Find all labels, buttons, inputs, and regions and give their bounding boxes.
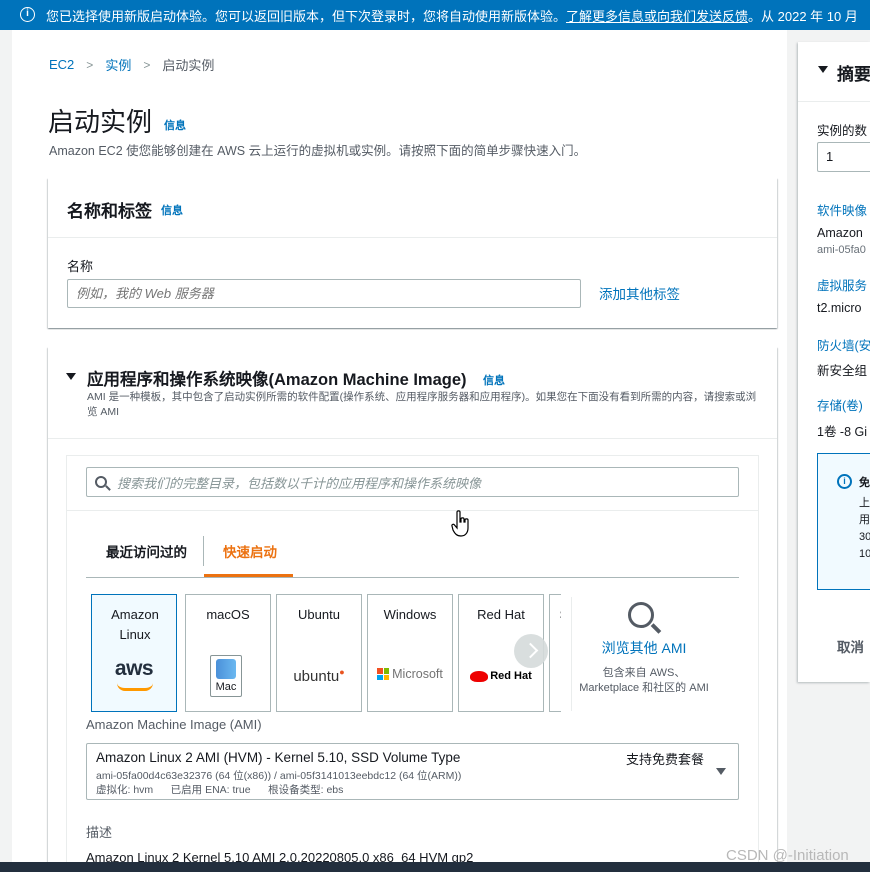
ami-ids: ami-05fa00d4c63e32376 (64 位(x86)) / ami-… <box>96 770 462 782</box>
free-tier-badge: 支持免费套餐 <box>626 752 705 767</box>
instances-label: 实例的数 <box>817 124 868 138</box>
summary-title: 摘要 <box>837 65 870 84</box>
ami-panel: 应用程序和操作系统映像(Amazon Machine Image) 信息 AMI… <box>48 347 777 872</box>
add-tags-link[interactable]: 添加其他标签 <box>599 283 680 303</box>
search-placeholder: 搜索我们的完整目录，包括数以千计的应用程序和操作系统映像 <box>117 475 482 491</box>
firewall-link[interactable]: 防火墙(安 <box>817 335 870 354</box>
ami-info-link[interactable]: 信息 <box>483 372 505 388</box>
tile-amazon-linux[interactable]: Amazon Linux aws <box>91 594 177 712</box>
name-label: 名称 <box>67 259 94 274</box>
tile-label: Amazon Linux <box>111 607 159 642</box>
software-image-id: ami-05fa0 <box>817 244 866 256</box>
tab-divider <box>203 536 204 566</box>
tile-label: Windows <box>383 607 437 622</box>
browse-ami-link[interactable]: 浏览其他 AMI <box>579 638 709 658</box>
tile-label: Red Hat <box>477 607 525 622</box>
caret-down-icon[interactable] <box>818 66 828 73</box>
server-type-value: t2.micro <box>817 301 862 315</box>
divider <box>571 597 572 711</box>
tile-macos[interactable]: macOS Mac <box>185 594 271 712</box>
description-label: 描述 <box>86 825 113 840</box>
storage-link[interactable]: 存储(卷) <box>817 395 863 414</box>
active-tab-indicator <box>204 574 293 577</box>
page-info-link[interactable]: 信息 <box>164 117 186 133</box>
breadcrumb: EC2 > 实例 > 启动实例 <box>49 55 214 74</box>
ami-panel-title[interactable]: 应用程序和操作系统映像(Amazon Machine Image) <box>87 366 467 390</box>
aws-smile-icon <box>117 683 153 691</box>
microsoft-logo-icon: Microsoft <box>368 667 452 681</box>
tile-ubuntu[interactable]: Ubuntu ubuntu● <box>276 594 362 712</box>
feedback-link[interactable]: 了解更多信息或向我们发送反馈 <box>566 9 748 24</box>
storage-value: 1卷 -8 Gi <box>817 425 868 439</box>
ami-label: Amazon Machine Image (AMI) <box>86 717 262 732</box>
ami-meta: 虚拟化: hvm 已启用 ENA: true 根设备类型: ebs <box>96 784 344 796</box>
tile-label: macOS <box>206 607 250 622</box>
name-tags-panel: 名称和标签 信息 名称 添加其他标签 <box>48 178 777 328</box>
search-icon <box>95 476 107 488</box>
hand-cursor-icon <box>451 510 469 537</box>
ami-panel-header: 应用程序和操作系统映像(Amazon Machine Image) 信息 AMI… <box>48 347 777 439</box>
breadcrumb-current: 启动实例 <box>162 58 215 73</box>
tile-label: Ubuntu <box>298 607 340 622</box>
watermark: CSDN @-Initiation <box>726 847 849 864</box>
red-hat-logo-icon: Red Hat <box>459 670 543 682</box>
name-tags-header: 名称和标签 信息 <box>48 178 777 238</box>
ubuntu-logo-icon: ubuntu● <box>293 667 345 685</box>
divider <box>66 510 759 511</box>
cancel-button[interactable]: 取消 <box>837 636 864 656</box>
ami-select[interactable]: Amazon Linux 2 AMI (HVM) - Kernel 5.10, … <box>86 743 739 800</box>
info-banner: i 您已选择使用新版启动体验。您可以返回旧版本，但下次登录时，您将自动使用新版体… <box>0 0 870 30</box>
free-tier-alert: i 免 上 用 30 10 <box>817 453 870 590</box>
tab-quick-start[interactable]: 快速启动 <box>223 541 277 561</box>
software-image-link[interactable]: 软件映像 <box>817 200 867 219</box>
info-icon: i <box>20 7 35 22</box>
caret-down-icon[interactable] <box>66 373 76 380</box>
firewall-value: 新安全组 <box>817 364 868 378</box>
breadcrumb-ec2[interactable]: EC2 <box>49 57 74 72</box>
chevron-right-icon[interactable] <box>514 634 548 668</box>
banner-text: 您已选择使用新版启动体验。您可以返回旧版本，但下次登录时，您将自动使用新版体验。… <box>46 8 858 24</box>
chevron-right-icon: > <box>143 57 151 72</box>
main-content: EC2 > 实例 > 启动实例 启动实例 信息 Amazon EC2 使您能够创… <box>12 30 787 872</box>
ami-panel-description: AMI 是一种模板，其中包含了启动实例所需的软件配置(操作系统、应用程序服务器和… <box>87 391 757 418</box>
server-type-link[interactable]: 虚拟服务 <box>817 275 867 294</box>
name-tags-title: 名称和标签 <box>67 202 152 221</box>
tile-windows[interactable]: Windows Microsoft <box>367 594 453 712</box>
os-tiles: Amazon Linux aws macOS Mac Ubuntu ubuntu… <box>91 594 561 712</box>
tile-partial[interactable]: S <box>549 594 561 712</box>
summary-header: 摘要 <box>798 42 870 102</box>
alert-body: 上 用 30 10 <box>859 497 870 560</box>
breadcrumb-instances[interactable]: 实例 <box>105 55 131 74</box>
tab-recent[interactable]: 最近访问过的 <box>106 541 187 561</box>
alert-title: 免 <box>859 477 870 489</box>
info-icon: i <box>837 474 852 489</box>
ami-tabs: 最近访问过的 快速启动 <box>86 526 739 578</box>
software-image-value: Amazon <box>817 226 863 240</box>
browse-ami-description: 包含来自 AWS、Marketplace 和社区的 AMI <box>579 667 709 694</box>
mac-logo-text: Mac <box>215 681 237 693</box>
aws-logo-icon: aws <box>114 657 154 680</box>
search-icon <box>628 602 654 628</box>
tile-label: S <box>550 605 561 625</box>
ami-name: Amazon Linux 2 AMI (HVM) - Kernel 5.10, … <box>96 750 461 765</box>
mac-finder-icon: Mac <box>210 655 242 697</box>
page-title: 启动实例 <box>48 107 153 137</box>
ami-catalog: 搜索我们的完整目录，包括数以千计的应用程序和操作系统映像 最近访问过的 快速启动… <box>66 455 759 872</box>
chevron-right-icon: > <box>86 57 94 72</box>
name-input[interactable] <box>67 279 581 308</box>
instances-input[interactable]: 1 <box>817 142 870 172</box>
page-description: Amazon EC2 使您能够创建在 AWS 云上运行的虚拟机或实例。请按照下面… <box>49 144 587 158</box>
ami-search-input[interactable]: 搜索我们的完整目录，包括数以千计的应用程序和操作系统映像 <box>86 467 739 497</box>
finder-face-icon <box>216 659 236 679</box>
browse-more-ami[interactable]: 浏览其他 AMI 包含来自 AWS、Marketplace 和社区的 AMI <box>579 596 709 696</box>
name-tags-info-link[interactable]: 信息 <box>161 202 183 218</box>
left-gutter <box>0 30 12 872</box>
summary-panel: 摘要 实例的数 1 软件映像 Amazon ami-05fa0 虚拟服务 t2.… <box>798 42 870 682</box>
caret-down-icon <box>716 768 726 775</box>
